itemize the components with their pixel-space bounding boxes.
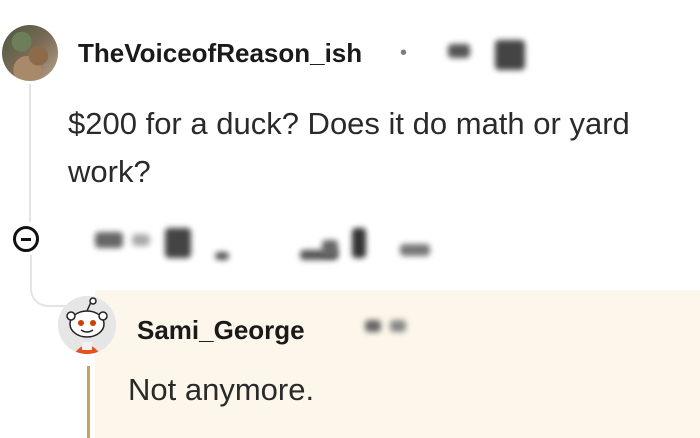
redacted-metadata <box>495 40 525 70</box>
redacted-action-bar <box>132 234 150 246</box>
redacted-action-bar <box>95 232 123 248</box>
comment-body: $200 for a duck? Does it do math or yard… <box>68 106 630 189</box>
redacted-action-bar <box>165 228 191 258</box>
comment-username[interactable]: TheVoiceofReason_ish <box>78 38 362 69</box>
reply-highlight <box>95 290 700 438</box>
avatar[interactable] <box>2 25 58 81</box>
reply-username[interactable]: Sami_George <box>137 315 305 346</box>
snoo-avatar-icon[interactable] <box>58 296 116 354</box>
redacted-action-bar <box>352 228 366 258</box>
redacted-action-bar <box>400 244 430 256</box>
thread-connector <box>30 255 74 307</box>
reply-body: Not anymore. <box>128 372 315 407</box>
redacted-metadata <box>365 320 381 332</box>
redacted-metadata <box>448 44 470 58</box>
redacted-action-bar <box>215 252 229 260</box>
redacted-metadata <box>390 320 406 332</box>
thread-line[interactable] <box>29 84 31 222</box>
reply-thread-line[interactable] <box>87 366 90 438</box>
metadata-separator: • <box>400 42 408 64</box>
collapse-thread-icon[interactable] <box>13 226 39 252</box>
redacted-action-bar <box>322 240 338 256</box>
